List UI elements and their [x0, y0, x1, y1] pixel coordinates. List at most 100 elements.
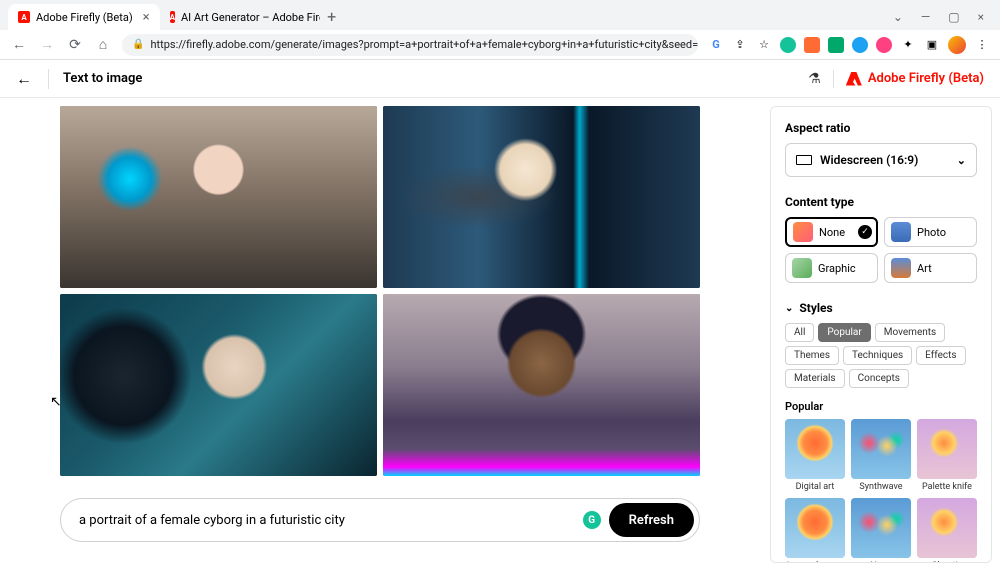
- page-title: Text to image: [63, 71, 142, 86]
- adobe-logo-icon: [846, 72, 862, 86]
- art-thumb-icon: [891, 258, 911, 278]
- url-text: https://firefly.adobe.com/generate/image…: [150, 38, 698, 51]
- style-caption: Digital art: [796, 482, 835, 492]
- main-area: G Refresh Aspect ratio Widescreen (16:9)…: [0, 98, 1000, 563]
- content-type-none[interactable]: None ✓: [785, 217, 878, 247]
- chevron-down-icon: ⌄: [957, 154, 966, 167]
- ext-icon[interactable]: [828, 37, 844, 53]
- minimize-icon[interactable]: —: [921, 10, 930, 24]
- tab-label: AI Art Generator – Adobe Firefly: [181, 11, 320, 24]
- chip-popular[interactable]: Popular: [818, 323, 870, 342]
- style-neon[interactable]: Neon: [851, 498, 911, 563]
- style-thumb-icon: [785, 498, 845, 558]
- google-icon[interactable]: G: [708, 37, 724, 53]
- style-thumb-icon: [785, 419, 845, 479]
- forward-icon[interactable]: →: [38, 36, 56, 53]
- ct-label: None: [819, 226, 845, 239]
- ext-icon[interactable]: [780, 37, 796, 53]
- style-layered-paper[interactable]: Layered paper: [785, 498, 845, 563]
- close-icon[interactable]: ×: [143, 10, 150, 25]
- brand-text: Adobe Firefly (Beta): [868, 71, 984, 86]
- home-icon[interactable]: ⌂: [94, 36, 112, 53]
- divider: [48, 69, 49, 89]
- ct-label: Photo: [917, 226, 946, 239]
- style-caption: Palette knife: [922, 482, 972, 492]
- generated-image[interactable]: [60, 294, 377, 476]
- browser-tab[interactable]: A AI Art Generator – Adobe Firefly ×: [160, 4, 320, 30]
- sidebar[interactable]: Aspect ratio Widescreen (16:9) ⌄ Content…: [770, 106, 992, 563]
- new-tab-button[interactable]: +: [320, 7, 344, 30]
- none-thumb-icon: [793, 222, 813, 242]
- style-thumb-icon: [851, 498, 911, 558]
- menu-icon[interactable]: ⋮: [974, 37, 990, 53]
- adobe-favicon-icon: A: [18, 11, 30, 23]
- window-controls: ⌄ — ▢ ×: [893, 10, 992, 30]
- generated-image[interactable]: [60, 106, 377, 288]
- check-icon: ✓: [858, 225, 872, 239]
- style-thumb-icon: [917, 498, 977, 558]
- url-input[interactable]: 🔒 https://firefly.adobe.com/generate/ima…: [122, 34, 698, 56]
- browser-address-bar: ← → ⟳ ⌂ 🔒 https://firefly.adobe.com/gene…: [0, 30, 1000, 60]
- prompt-input[interactable]: [79, 513, 583, 528]
- extensions-icon[interactable]: ✦: [900, 37, 916, 53]
- profile-avatar[interactable]: [948, 36, 966, 54]
- content-type-grid: None ✓ Photo Graphic Art: [785, 217, 977, 283]
- close-window-icon[interactable]: ×: [978, 10, 984, 24]
- sidebar-container: Aspect ratio Widescreen (16:9) ⌄ Content…: [770, 98, 1000, 563]
- sidepanel-icon[interactable]: ▣: [924, 37, 940, 53]
- aspect-ratio-select[interactable]: Widescreen (16:9) ⌄: [785, 143, 977, 177]
- lock-icon: 🔒: [132, 39, 144, 50]
- content-type-photo[interactable]: Photo: [884, 217, 977, 247]
- style-palette-knife[interactable]: Palette knife: [917, 419, 977, 492]
- style-grid: Digital art Synthwave Palette knife Laye…: [785, 419, 977, 563]
- style-chaotic[interactable]: Chaotic: [917, 498, 977, 563]
- style-thumb-icon: [851, 419, 911, 479]
- photo-thumb-icon: [891, 222, 911, 242]
- star-icon[interactable]: ☆: [756, 37, 772, 53]
- ext-icon[interactable]: [804, 37, 820, 53]
- maximize-icon[interactable]: ▢: [948, 10, 959, 24]
- chip-concepts[interactable]: Concepts: [849, 369, 909, 388]
- beaker-icon[interactable]: ⚗: [808, 71, 821, 87]
- chip-all[interactable]: All: [785, 323, 814, 342]
- prompt-bar: G Refresh: [60, 498, 700, 542]
- content-type-graphic[interactable]: Graphic: [785, 253, 878, 283]
- chip-materials[interactable]: Materials: [785, 369, 845, 388]
- extension-icons: G ⇪ ☆ ✦ ▣ ⋮: [708, 36, 990, 54]
- back-arrow-icon[interactable]: ←: [16, 69, 48, 89]
- browser-tab-active[interactable]: A Adobe Firefly (Beta) ×: [8, 4, 160, 30]
- style-digital-art[interactable]: Digital art: [785, 419, 845, 492]
- ct-label: Art: [917, 262, 932, 275]
- chip-techniques[interactable]: Techniques: [843, 346, 912, 365]
- divider: [833, 70, 834, 88]
- grammarly-icon[interactable]: G: [583, 511, 601, 529]
- graphic-thumb-icon: [792, 258, 812, 278]
- ct-label: Graphic: [818, 262, 856, 275]
- generated-image[interactable]: [383, 106, 700, 288]
- reload-icon[interactable]: ⟳: [66, 37, 84, 53]
- app-header: ← Text to image ⚗ Adobe Firefly (Beta): [0, 60, 1000, 98]
- content-type-label: Content type: [785, 195, 977, 209]
- styles-header[interactable]: ⌄ Styles: [785, 301, 977, 315]
- chip-themes[interactable]: Themes: [785, 346, 839, 365]
- chevron-down-icon[interactable]: ⌄: [893, 10, 903, 24]
- style-synthwave[interactable]: Synthwave: [851, 419, 911, 492]
- content-type-art[interactable]: Art: [884, 253, 977, 283]
- tab-label: Adobe Firefly (Beta): [36, 11, 133, 24]
- generated-image[interactable]: [383, 294, 700, 476]
- back-icon[interactable]: ←: [10, 36, 28, 53]
- widescreen-icon: [796, 155, 812, 165]
- chevron-down-icon: ⌄: [785, 303, 793, 314]
- chip-effects[interactable]: Effects: [916, 346, 965, 365]
- image-grid: [60, 106, 700, 476]
- share-icon[interactable]: ⇪: [732, 37, 748, 53]
- aspect-ratio-value: Widescreen (16:9): [820, 153, 918, 167]
- aspect-ratio-label: Aspect ratio: [785, 121, 977, 135]
- ext-icon[interactable]: [852, 37, 868, 53]
- refresh-button[interactable]: Refresh: [609, 503, 694, 537]
- style-caption: Synthwave: [859, 482, 902, 492]
- brand-link[interactable]: Adobe Firefly (Beta): [846, 71, 984, 86]
- style-thumb-icon: [917, 419, 977, 479]
- ext-icon[interactable]: [876, 37, 892, 53]
- chip-movements[interactable]: Movements: [875, 323, 945, 342]
